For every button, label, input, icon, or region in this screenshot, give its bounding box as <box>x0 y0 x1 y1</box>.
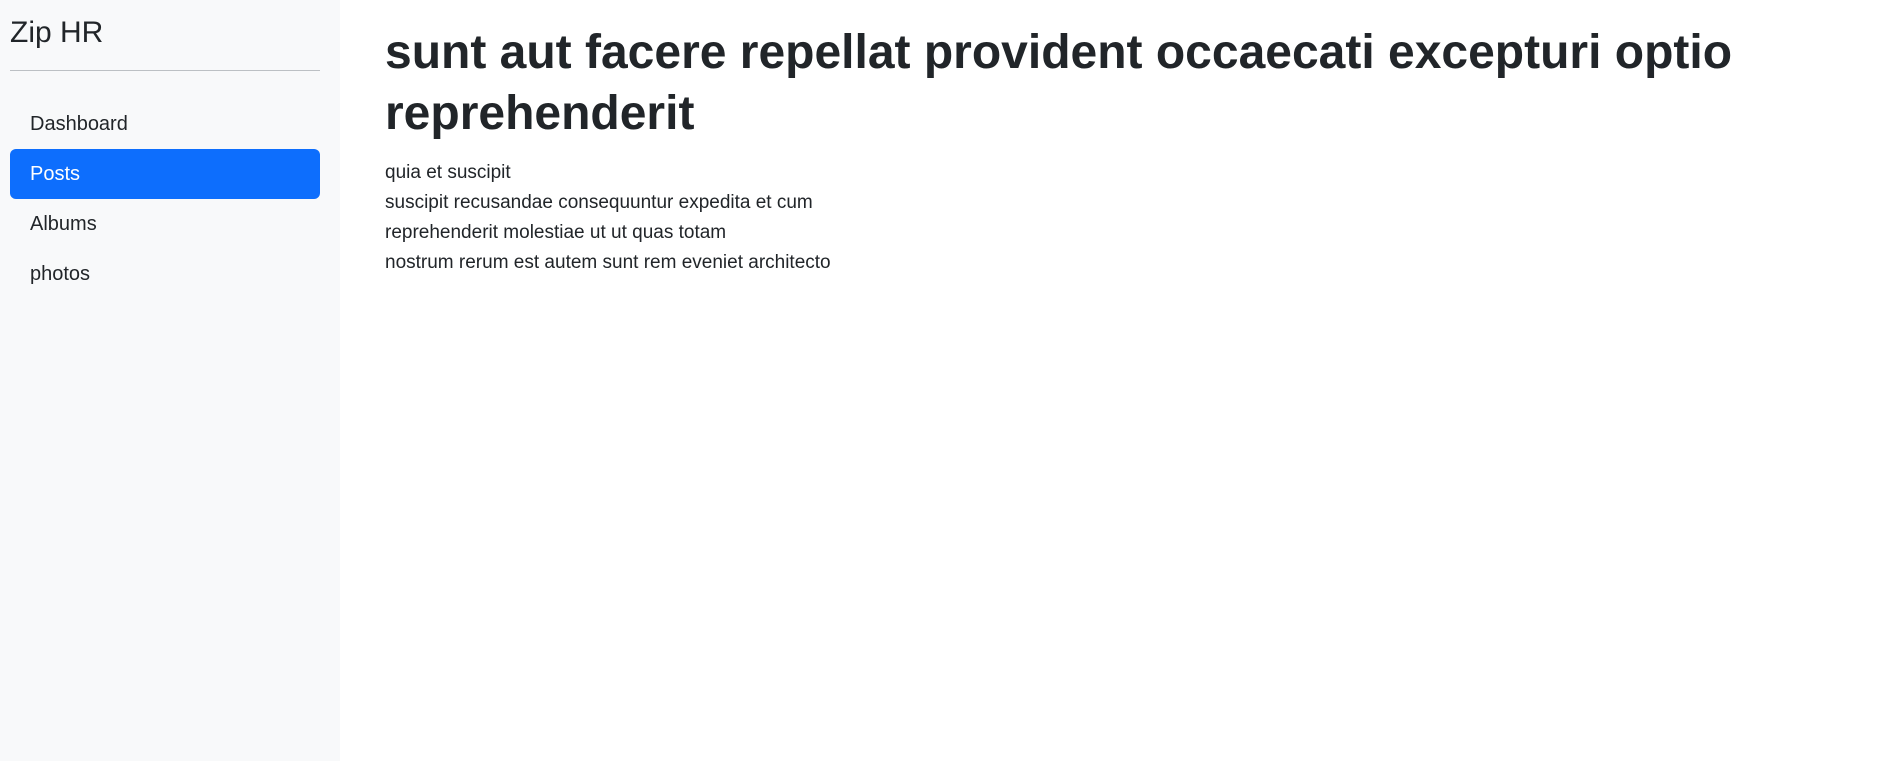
post-body-line: nostrum rerum est autem sunt rem eveniet… <box>385 252 831 273</box>
sidebar-nav: Dashboard Posts Albums photos <box>10 99 320 299</box>
sidebar-divider <box>10 70 320 71</box>
main-content: sunt aut facere repellat provident occae… <box>340 0 1883 761</box>
sidebar-item-albums[interactable]: Albums <box>10 199 320 249</box>
sidebar-item-posts[interactable]: Posts <box>10 149 320 199</box>
post-body-line: quia et suscipit <box>385 162 511 183</box>
sidebar-item-dashboard[interactable]: Dashboard <box>10 99 320 149</box>
sidebar: Zip HR Dashboard Posts Albums photos <box>0 0 340 761</box>
post-body-line: suscipit recusandae consequuntur expedit… <box>385 192 813 213</box>
post-body: quia et suscipit suscipit recusandae con… <box>385 158 1843 278</box>
post-title: sunt aut facere repellat provident occae… <box>385 26 1733 140</box>
brand-title[interactable]: Zip HR <box>10 0 320 70</box>
app-shell: Zip HR Dashboard Posts Albums photos sun… <box>0 0 1883 761</box>
sidebar-item-photos[interactable]: photos <box>10 249 320 299</box>
post-body-line: reprehenderit molestiae ut ut quas totam <box>385 222 727 243</box>
